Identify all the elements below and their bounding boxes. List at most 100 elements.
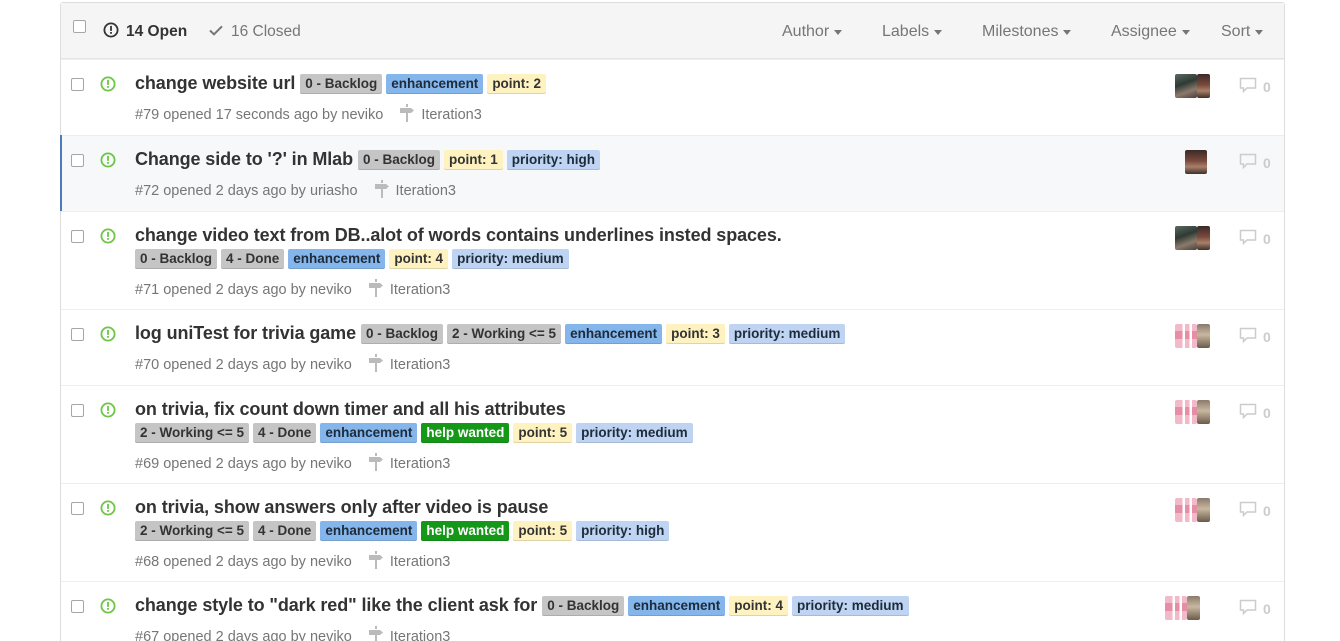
issue-comment-count: 0 <box>1263 404 1271 421</box>
assignee-avatar[interactable] <box>1165 596 1187 620</box>
issue-opened-icon <box>100 228 116 247</box>
issue-comments-link[interactable]: 0 <box>1239 403 1271 422</box>
issue-label[interactable]: 0 - Backlog <box>361 323 444 344</box>
issue-row[interactable]: Change side to '?' in Mlab 0 - Backlog poi… <box>60 135 1284 211</box>
assignee-avatar[interactable] <box>1175 324 1197 348</box>
issue-title-link[interactable]: change style to "dark red" like the clie… <box>135 595 537 616</box>
issue-checkbox[interactable] <box>71 154 84 167</box>
assignee-avatar[interactable] <box>1185 150 1207 174</box>
issue-milestone-link[interactable]: Iteration3 <box>368 354 450 376</box>
issue-milestone-link[interactable]: Iteration3 <box>368 551 450 573</box>
issue-label[interactable]: 0 - Backlog <box>357 149 441 170</box>
issue-label[interactable]: priority: medium <box>452 249 569 269</box>
issue-checkbox[interactable] <box>71 328 84 341</box>
assignee-avatar[interactable] <box>1197 226 1210 250</box>
issue-checkbox[interactable] <box>71 404 84 417</box>
assignee-avatar[interactable] <box>1175 74 1197 98</box>
select-all-checkbox[interactable] <box>73 20 86 33</box>
issue-comments-link[interactable]: 0 <box>1239 153 1271 172</box>
issue-meta-text: #71 opened 2 days ago by neviko <box>135 282 352 298</box>
issue-label[interactable]: 0 - Backlog <box>135 249 218 269</box>
issue-title-link[interactable]: on trivia, show answers only after video… <box>135 497 548 518</box>
issue-meta: #72 opened 2 days ago by uriasho Iteratio… <box>135 180 456 202</box>
issue-label[interactable]: priority: high <box>576 521 670 541</box>
issue-labels: 0 - Backlog 2 - Working <= 5 enhancement po… <box>361 323 849 344</box>
issue-label[interactable]: 2 - Working <= 5 <box>135 423 250 443</box>
assignee-filter[interactable]: Assignee <box>1111 22 1190 42</box>
author-filter-label: Author <box>782 23 830 40</box>
sort-filter[interactable]: Sort <box>1221 22 1264 42</box>
issue-label[interactable]: 4 - Done <box>221 249 285 269</box>
issue-row[interactable]: 0 - Backlog 4 - Done enhancement point: 4 pr… <box>61 211 1284 309</box>
issue-milestone-link[interactable]: Iteration3 <box>368 279 450 301</box>
labels-filter[interactable]: Labels <box>882 22 943 42</box>
issue-meta: #69 opened 2 days ago by neviko Iteration… <box>135 453 450 475</box>
issue-checkbox[interactable] <box>71 230 84 243</box>
issue-assignees <box>1175 226 1210 250</box>
assignee-avatar[interactable] <box>1187 596 1200 620</box>
issue-milestone-link[interactable]: Iteration3 <box>368 453 450 475</box>
assignee-avatar[interactable] <box>1197 400 1210 424</box>
issue-label[interactable]: enhancement <box>320 521 418 541</box>
author-filter[interactable]: Author <box>782 22 843 42</box>
issue-label[interactable]: 2 - Working <= 5 <box>447 323 562 344</box>
milestones-filter[interactable]: Milestones <box>982 22 1072 42</box>
issue-label[interactable]: 0 - Backlog <box>542 595 625 616</box>
issue-title-link[interactable]: on trivia, fix count down timer and all … <box>135 399 566 420</box>
issue-label[interactable]: enhancement <box>386 73 484 94</box>
assignee-avatar[interactable] <box>1175 498 1197 522</box>
issue-labels: 0 - Backlog 4 - Done enhancement point: 4 pr… <box>135 249 573 269</box>
assignee-avatar[interactable] <box>1197 324 1210 348</box>
issue-checkbox[interactable] <box>71 600 84 613</box>
assignee-avatar[interactable] <box>1197 74 1210 98</box>
comment-icon <box>1239 327 1257 346</box>
issue-title-link[interactable]: change video text from DB..alot of words… <box>135 225 782 246</box>
issue-title-line: change style to "dark red" like the clie… <box>135 595 913 616</box>
issue-label[interactable]: 4 - Done <box>253 423 317 443</box>
issue-label[interactable]: enhancement <box>628 595 726 616</box>
assignee-avatar[interactable] <box>1175 400 1197 424</box>
issue-label[interactable]: point: 5 <box>513 521 573 541</box>
issue-label[interactable]: 0 - Backlog <box>300 73 383 94</box>
issue-title-link[interactable]: log uniTest for trivia game <box>135 323 356 344</box>
issue-checkbox[interactable] <box>71 78 84 91</box>
issue-label[interactable]: 4 - Done <box>253 521 317 541</box>
issue-label[interactable]: priority: medium <box>728 323 846 344</box>
issue-label[interactable]: priority: medium <box>792 595 909 616</box>
issue-milestone-link[interactable]: Iteration3 <box>374 180 456 202</box>
issue-label[interactable]: point: 2 <box>487 73 547 94</box>
issue-comments-link[interactable]: 0 <box>1239 229 1271 248</box>
issue-label[interactable]: point: 4 <box>729 595 789 616</box>
issue-label[interactable]: enhancement <box>320 423 418 443</box>
issue-checkbox[interactable] <box>71 502 84 515</box>
issue-label[interactable]: point: 1 <box>444 149 503 170</box>
issue-title-link[interactable]: change website url <box>135 73 295 94</box>
issue-label[interactable]: priority: high <box>506 149 601 170</box>
issue-label[interactable]: enhancement <box>565 323 663 344</box>
issue-label[interactable]: point: 5 <box>513 423 573 443</box>
issue-title-link[interactable]: Change side to '?' in Mlab <box>135 149 353 170</box>
issue-row[interactable]: change website url 0 - Backlog enhancement… <box>61 59 1284 135</box>
issue-label[interactable]: help wanted <box>421 521 510 541</box>
issue-comments-link[interactable]: 0 <box>1239 77 1271 96</box>
assignee-avatar[interactable] <box>1197 498 1210 522</box>
assignee-avatar[interactable] <box>1175 226 1197 250</box>
issue-comments-link[interactable]: 0 <box>1239 501 1271 520</box>
issue-label[interactable]: enhancement <box>288 249 386 269</box>
issue-row[interactable]: change style to "dark red" like the clie… <box>61 581 1284 641</box>
issue-label[interactable]: priority: medium <box>576 423 693 443</box>
issue-comments-link[interactable]: 0 <box>1239 327 1271 346</box>
issue-label[interactable]: point: 3 <box>666 323 725 344</box>
closed-issues-filter[interactable]: 16 Closed <box>208 22 301 42</box>
issue-row[interactable]: 2 - Working <= 54 - Done enhancement help … <box>61 385 1284 483</box>
issue-milestone-link[interactable]: Iteration3 <box>399 104 482 126</box>
issue-label[interactable]: 2 - Working <= 5 <box>135 521 250 541</box>
issue-label[interactable]: help wanted <box>421 423 510 443</box>
issue-row[interactable]: log uniTest for trivia game 0 - Backlog 2 … <box>61 309 1284 385</box>
issue-label[interactable]: point: 4 <box>389 249 449 269</box>
issue-comments-link[interactable]: 0 <box>1239 599 1271 618</box>
issue-milestone-link[interactable]: Iteration3 <box>368 626 450 641</box>
issue-row[interactable]: 2 - Working <= 54 - Done enhancement help … <box>61 483 1284 581</box>
open-issues-filter[interactable]: 14 Open <box>103 22 187 42</box>
issue-meta: #67 opened 2 days ago by neviko Iteration… <box>135 626 450 641</box>
